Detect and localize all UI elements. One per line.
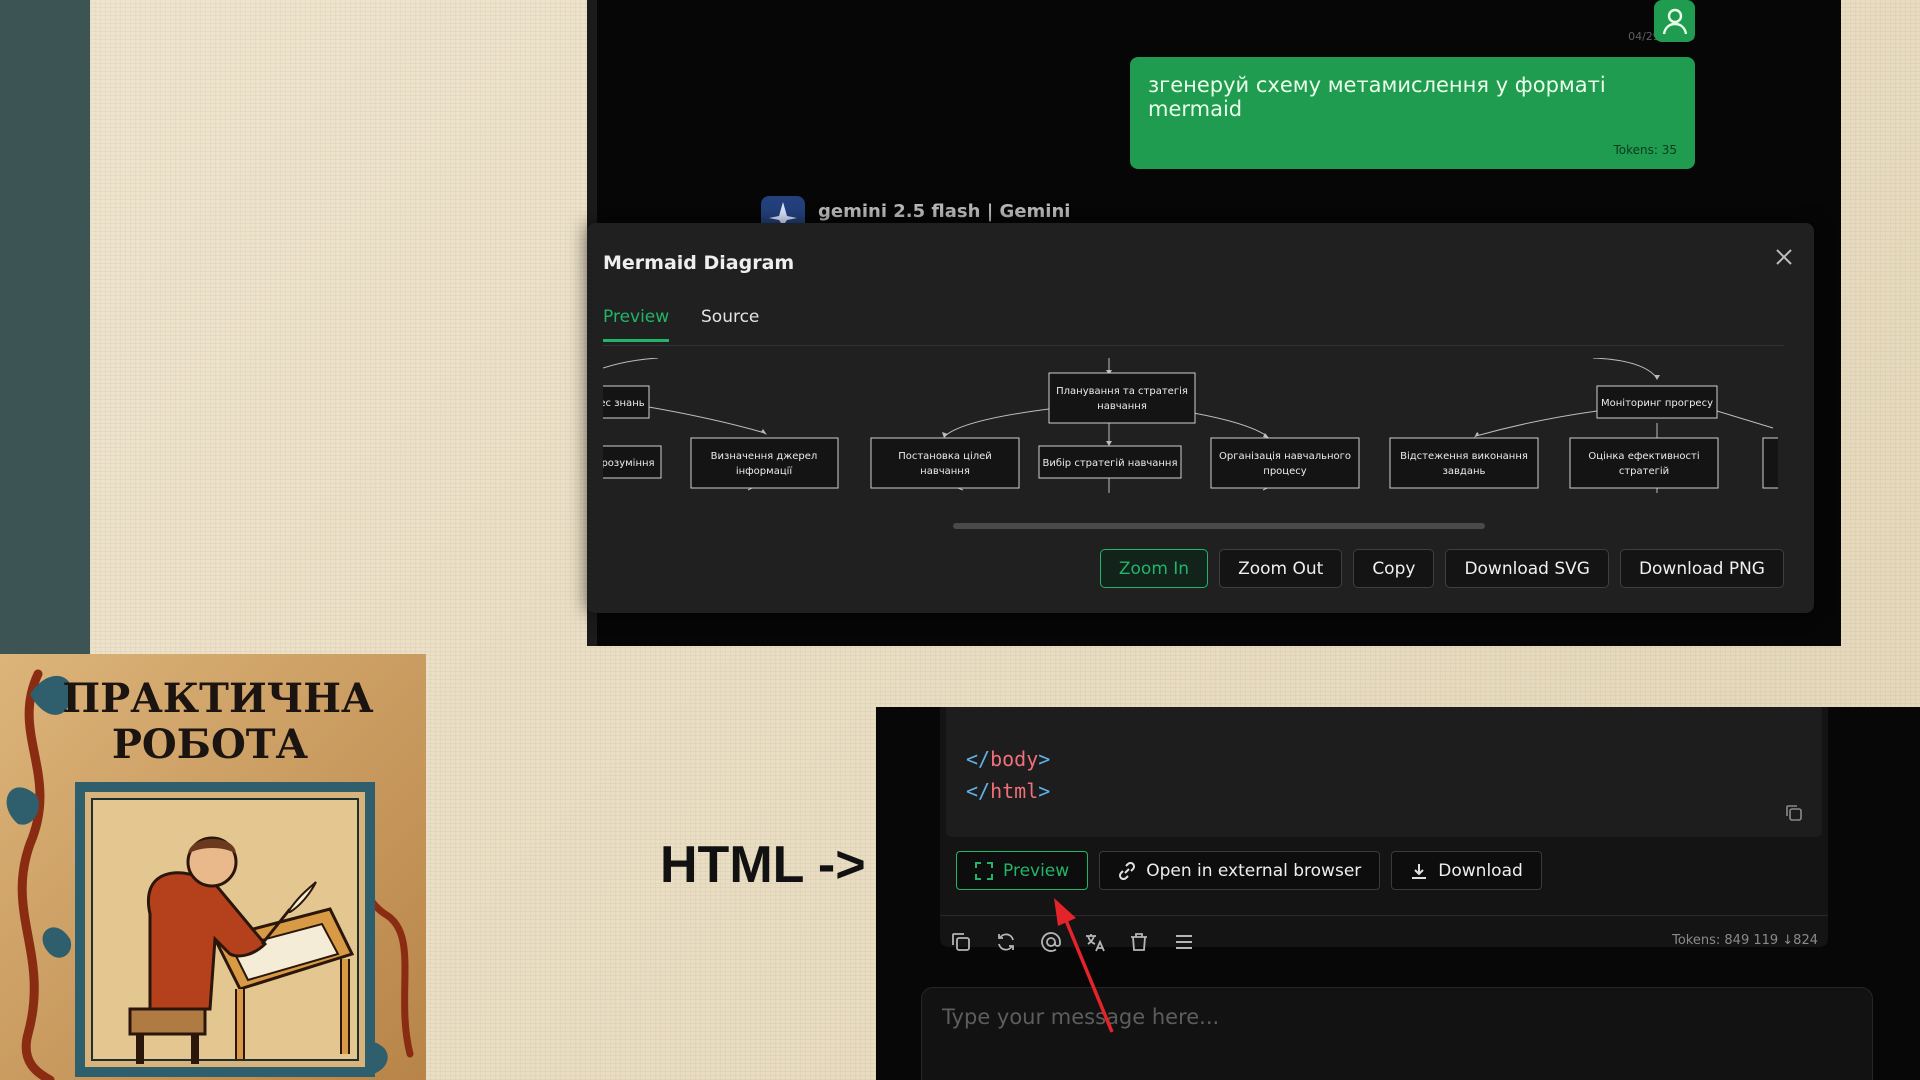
tab-source[interactable]: Source (701, 307, 759, 339)
copy-icon (952, 933, 970, 951)
node-label: Вибір стратегій навчання (1042, 457, 1177, 469)
user-message-text: згенеруй схему метамислення у форматі me… (1148, 73, 1606, 121)
diagram-horizontal-scrollbar[interactable] (953, 523, 1485, 529)
download-svg-button[interactable]: Download SVG (1445, 549, 1609, 588)
regenerate-button[interactable] (995, 931, 1017, 953)
zoom-in-button[interactable]: Zoom In (1099, 549, 1209, 588)
illustration-title-line1: ПРАКТИЧНА (62, 675, 374, 722)
open-external-browser-button[interactable]: Open in external browser (1099, 851, 1381, 890)
user-message-bubble: згенеруй схему метамислення у форматі me… (1130, 57, 1695, 169)
node-label: навчання (1097, 401, 1147, 412)
preview-button-label: Preview (1003, 860, 1070, 881)
user-avatar[interactable] (1654, 0, 1695, 42)
node-label: Оцінка ефективності (1588, 450, 1699, 462)
menu-icon (1176, 935, 1192, 949)
download-button-label: Download (1438, 860, 1523, 881)
close-icon (1776, 249, 1792, 265)
expand-icon (975, 861, 993, 880)
node-label: навчання (920, 466, 970, 477)
node-label: Організація навчального (1219, 450, 1351, 462)
trash-icon (1131, 933, 1147, 951)
code-action-bar: Preview Open in external browser Downloa… (956, 851, 1542, 890)
close-button[interactable] (1772, 245, 1796, 269)
tab-preview[interactable]: Preview (603, 307, 670, 342)
user-icon (1662, 8, 1687, 35)
zoom-out-button[interactable]: Zoom Out (1219, 549, 1343, 588)
modal-title: Mermaid Diagram (603, 252, 795, 274)
node-label: стратегій (1619, 465, 1669, 477)
gemini-logo-icon (761, 196, 805, 226)
code-line-html: </html> (966, 779, 1051, 803)
open-external-browser-label: Open in external browser (1146, 860, 1362, 881)
node-label: завдань (1443, 466, 1486, 477)
code-copy-button[interactable] (1784, 803, 1804, 823)
preview-button[interactable]: Preview (956, 851, 1089, 890)
delete-button[interactable] (1128, 931, 1150, 953)
node-label: розуміння (603, 457, 655, 469)
download-button[interactable]: Download (1391, 851, 1542, 890)
diagram-arrowheads (761, 370, 1660, 446)
node-label: Моніторинг прогресу (1601, 397, 1713, 409)
node-label: Визначення джерел (711, 451, 818, 462)
more-menu-button[interactable] (1173, 931, 1195, 953)
practical-work-illustration: ПРАКТИЧНА РОБОТА (0, 654, 426, 1080)
copy-icon (1786, 805, 1802, 821)
regenerate-icon (998, 933, 1014, 951)
node-label: Відстеження виконання (1400, 450, 1528, 462)
message-input-box (921, 987, 1873, 1080)
illustration-title-line2: РОБОТА (112, 721, 309, 768)
mention-button[interactable] (1040, 931, 1062, 953)
assistant-header: gemini 2.5 flash | Gemini (761, 196, 1070, 226)
message-token-count: Tokens: 849 119 ↓824 (1672, 933, 1818, 948)
html-arrow-caption: HTML -> (660, 836, 866, 894)
copy-button[interactable]: Copy (1353, 549, 1435, 588)
message-toolbar: Tokens: 849 119 ↓824 (940, 915, 1828, 966)
link-icon (1119, 861, 1136, 880)
code-block: </body> </html> (946, 707, 1822, 837)
message-input[interactable] (940, 1004, 1844, 1030)
code-message-card: </body> </html> Preview Open in external… (940, 707, 1828, 947)
node-label: інформації (736, 465, 793, 477)
download-icon (1412, 863, 1427, 879)
node-label: ес знань (603, 398, 645, 409)
node-label: Постановка цілей (898, 450, 992, 462)
node-label: Планування та стратегія (1056, 385, 1188, 397)
mermaid-diagram-canvas[interactable]: ес знань розуміння Визначення джерел інф… (603, 358, 1778, 533)
scribe-illustration: ПРАКТИЧНА РОБОТА (0, 654, 426, 1080)
code-line-body: </body> (966, 747, 1051, 771)
translate-icon (1086, 934, 1105, 952)
modal-action-bar: Zoom In Zoom Out Copy Download SVG Downl… (1099, 549, 1784, 588)
download-png-button[interactable]: Download PNG (1619, 549, 1784, 588)
node-label: процесу (1263, 466, 1306, 477)
mermaid-diagram-modal: Mermaid Diagram Preview Source ес знань … (587, 223, 1814, 613)
background-sidebar-strip (0, 0, 90, 655)
modal-tabs: Preview Source (603, 307, 1784, 346)
code-screenshot: </body> </html> Preview Open in external… (876, 707, 1920, 1080)
mention-icon (1041, 932, 1061, 952)
user-message-tokens: Tokens: 35 (1613, 143, 1677, 157)
diagram-svg: ес знань розуміння Визначення джерел інф… (603, 358, 1778, 493)
assistant-model-name: gemini 2.5 flash | Gemini (818, 200, 1071, 222)
translate-button[interactable] (1084, 931, 1106, 953)
copy-message-button[interactable] (950, 931, 972, 953)
